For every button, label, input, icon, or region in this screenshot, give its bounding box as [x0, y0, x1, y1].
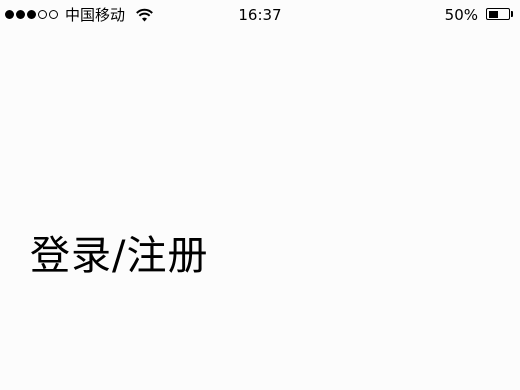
battery-level-fill [488, 10, 498, 18]
battery-percentage: 50% [444, 6, 478, 24]
battery-tip [511, 11, 513, 17]
login-register-title[interactable]: 登录/注册 [30, 228, 208, 284]
status-time: 16:37 [238, 6, 282, 24]
status-bar: 中国移动 16:37 50% [0, 0, 520, 32]
phone-screen: 中国移动 16:37 50% 登录/注册 [0, 0, 520, 390]
battery-icon [486, 8, 510, 20]
